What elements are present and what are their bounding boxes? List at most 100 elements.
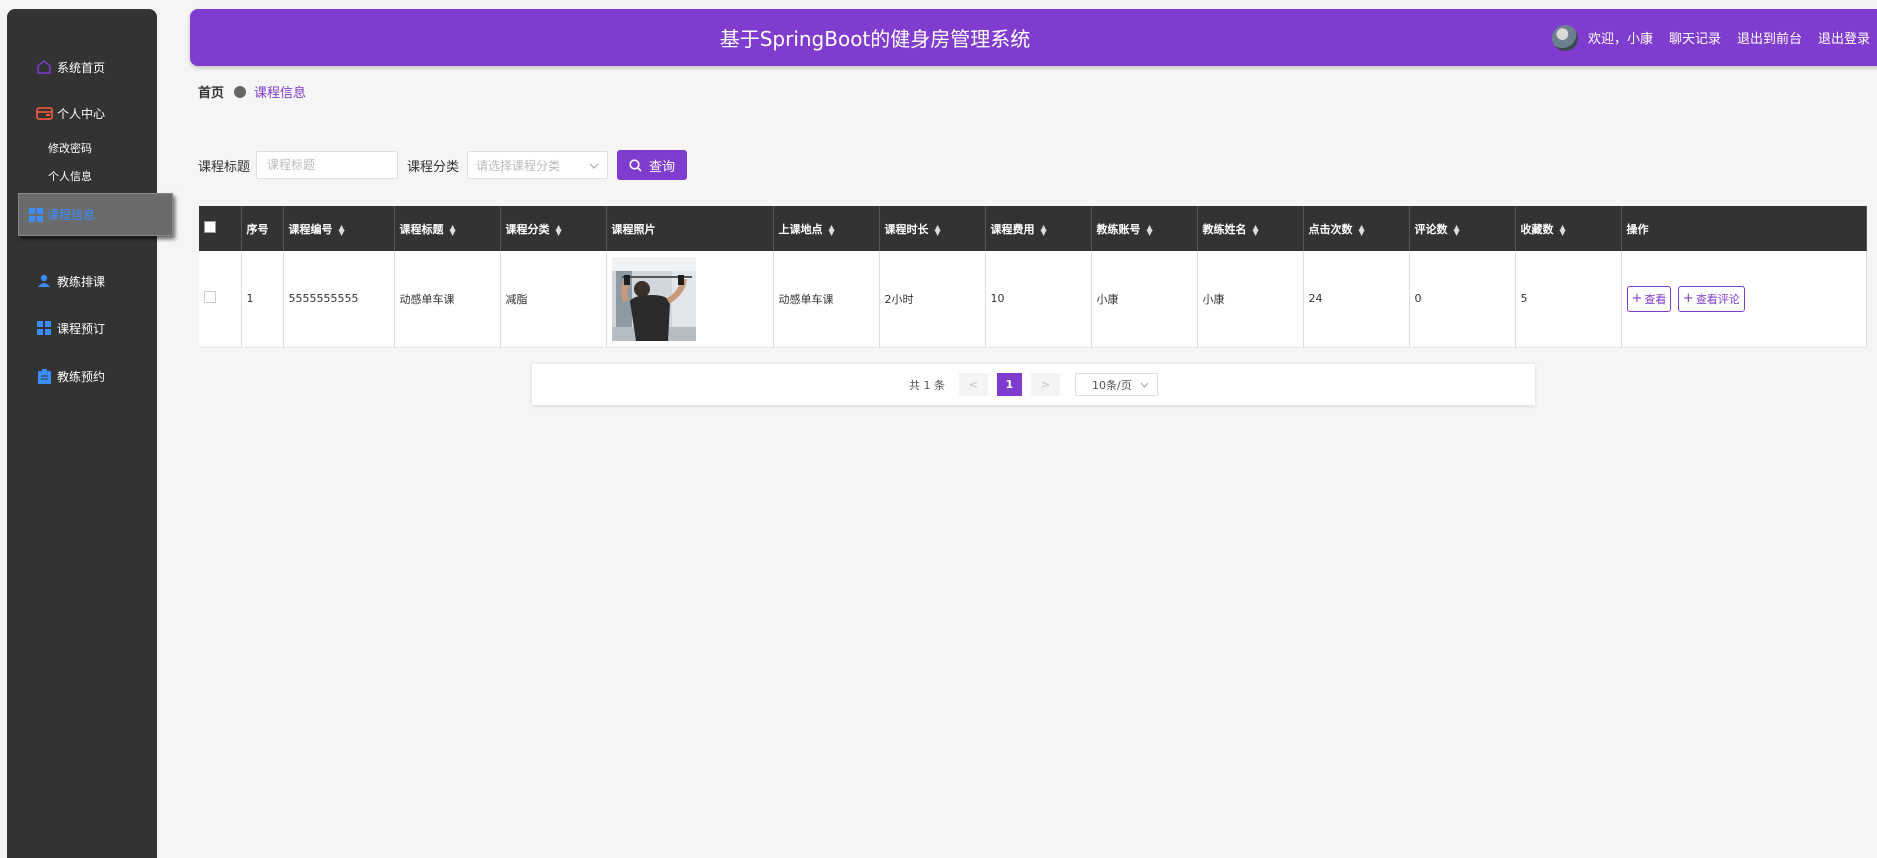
column-header-label: 课程分类 [505, 222, 550, 236]
column-header[interactable]: 课程分类 ▲ ▼ [500, 206, 607, 251]
top-header: 基于SpringBoot的健身房管理系统 欢迎，小康 聊天记录 退出到前台 退出… [190, 9, 1877, 66]
grid-icon [29, 207, 43, 222]
sort-icon[interactable]: ▲ ▼ [556, 223, 562, 236]
column-header[interactable]: 课程编号 ▲ ▼ [283, 206, 395, 251]
sort-icon[interactable]: ▲ ▼ [935, 223, 941, 236]
sidebar-item-course-info[interactable]: 课程信息 [18, 193, 173, 236]
column-header[interactable]: 收藏数 ▲ ▼ [1515, 206, 1622, 251]
title-search-input[interactable] [256, 151, 399, 179]
column-header[interactable]: 上课地点 ▲ ▼ [773, 206, 880, 251]
sidebar-item-label: 教练预约 [57, 369, 106, 384]
category-select[interactable]: 请选择课程分类 [467, 151, 609, 179]
column-header-label: 课程费用 [990, 222, 1035, 236]
view-comments-button-label: 查看评论 [1695, 292, 1740, 306]
cell-location: 动感单车课 [773, 251, 880, 348]
page-size-select[interactable]: 10条/页 [1075, 373, 1158, 396]
breadcrumb-home[interactable]: 首页 [198, 82, 224, 101]
column-header-label: 收藏数 [1520, 222, 1554, 236]
query-button-label: 查询 [649, 158, 676, 174]
view-button[interactable]: + 查看 [1626, 285, 1672, 312]
row-checkbox[interactable] [204, 291, 216, 304]
select-all-header [199, 206, 242, 251]
sidebar-item-home[interactable]: 系统首页 [7, 55, 157, 79]
sidebar: 系统首页 个人中心 修改密码 个人信息 教练排课 课程预订 教练预约 [7, 9, 157, 858]
cell-fee: 10 [985, 251, 1092, 348]
user-icon [35, 273, 53, 289]
search-bar: 课程标题 课程分类 请选择课程分类 查询 [198, 150, 688, 180]
search-icon [629, 158, 642, 172]
select-all-checkbox[interactable] [204, 221, 216, 233]
course-photo[interactable] [611, 256, 696, 341]
column-header[interactable]: 点击次数 ▲ ▼ [1303, 206, 1410, 251]
cell-course-photo [606, 251, 774, 348]
clipboard-icon [35, 368, 53, 384]
cell-clicks: 24 [1303, 251, 1410, 348]
sort-icon[interactable]: ▲ ▼ [1041, 223, 1047, 236]
sidebar-item-label: 教练排课 [57, 274, 106, 289]
sort-icon[interactable]: ▲ ▼ [339, 223, 345, 236]
sort-icon[interactable]: ▲ ▼ [1147, 223, 1153, 236]
column-header[interactable]: 课程费用 ▲ ▼ [985, 206, 1092, 251]
sort-icon[interactable]: ▲ ▼ [829, 223, 835, 236]
column-header-label: 上课地点 [778, 222, 823, 236]
chevron-down-icon [1140, 378, 1149, 391]
column-header-label: 教练账号 [1096, 222, 1141, 236]
sidebar-item-course-booking[interactable]: 课程预订 [7, 316, 157, 340]
breadcrumb-current: 课程信息 [254, 86, 307, 101]
home-icon [35, 59, 53, 75]
cell-index: 1 [241, 251, 284, 348]
cell-comments: 0 [1409, 251, 1516, 348]
sort-icon[interactable]: ▲ ▼ [1253, 223, 1259, 236]
cell-actions: + 查看 + 查看评论 [1621, 251, 1867, 348]
view-comments-button[interactable]: + 查看评论 [1677, 285, 1745, 312]
sidebar-item-coach-appointment[interactable]: 教练预约 [7, 364, 157, 388]
sort-icon[interactable]: ▲ ▼ [1560, 223, 1566, 236]
cell-coach-account: 小康 [1091, 251, 1198, 348]
column-header-label: 课程时长 [884, 222, 929, 236]
cell-duration: 2小时 [879, 251, 986, 348]
grid-icon [35, 320, 53, 336]
sidebar-item-coach-schedule[interactable]: 教练排课 [7, 269, 157, 293]
category-select-placeholder: 请选择课程分类 [476, 158, 561, 173]
breadcrumb-separator [234, 85, 247, 98]
breadcrumb: 首页 课程信息 [198, 82, 306, 101]
sidebar-item-label: 课程预订 [57, 321, 106, 336]
chat-history-link[interactable]: 聊天记录 [1669, 28, 1721, 47]
cell-course-category: 减脂 [500, 251, 607, 348]
column-header[interactable]: 评论数 ▲ ▼ [1409, 206, 1516, 251]
pagination-total: 共 1 条 [909, 378, 945, 392]
page-size-value: 10条/页 [1092, 378, 1132, 392]
exit-to-frontend-link[interactable]: 退出到前台 [1737, 28, 1802, 47]
sort-icon[interactable]: ▲ ▼ [1454, 223, 1460, 236]
course-table: 序号 课程编号 ▲ ▼ 课程标题 ▲ ▼ 课程分类 ▲ ▼ 课程照片 上课地点 ▲ ▼ 课程时长… [199, 206, 1867, 348]
column-header: 课程照片 [606, 206, 774, 251]
row-select-cell [199, 251, 242, 348]
next-page-button[interactable]: > [1031, 373, 1060, 396]
sidebar-item-label: 系统首页 [57, 60, 106, 75]
prev-page-button[interactable]: < [959, 373, 988, 396]
table-row: 1 5555555555 动感单车课 减脂 动感单车课 2小时 10 小康 小康… [199, 251, 1867, 348]
sidebar-item-personal-center[interactable]: 个人中心 [7, 101, 157, 125]
column-header: 序号 [241, 206, 284, 251]
column-header[interactable]: 教练账号 ▲ ▼ [1091, 206, 1198, 251]
sort-icon[interactable]: ▲ ▼ [450, 223, 456, 236]
avatar [1551, 24, 1578, 51]
logout-link[interactable]: 退出登录 [1818, 28, 1870, 47]
plus-icon: + [1631, 291, 1643, 307]
sort-icon[interactable]: ▲ ▼ [1359, 223, 1365, 236]
page-number-current[interactable]: 1 [997, 373, 1022, 396]
view-button-label: 查看 [1644, 292, 1667, 306]
cell-coach-name: 小康 [1197, 251, 1304, 348]
sidebar-subitem-personal-info[interactable]: 个人信息 [48, 168, 92, 184]
column-header[interactable]: 教练姓名 ▲ ▼ [1197, 206, 1304, 251]
query-button[interactable]: 查询 [617, 150, 688, 180]
column-header[interactable]: 课程标题 ▲ ▼ [394, 206, 501, 251]
wallet-icon [35, 105, 53, 121]
column-header[interactable]: 课程时长 ▲ ▼ [879, 206, 986, 251]
column-header-label: 点击次数 [1308, 222, 1353, 236]
header-user-area: 欢迎，小康 聊天记录 退出到前台 退出登录 [1551, 9, 1870, 66]
column-header-label: 评论数 [1414, 222, 1448, 236]
sidebar-subitem-change-password[interactable]: 修改密码 [48, 140, 92, 156]
column-header-label: 课程编号 [288, 222, 333, 236]
column-header-label: 课程标题 [399, 222, 444, 236]
